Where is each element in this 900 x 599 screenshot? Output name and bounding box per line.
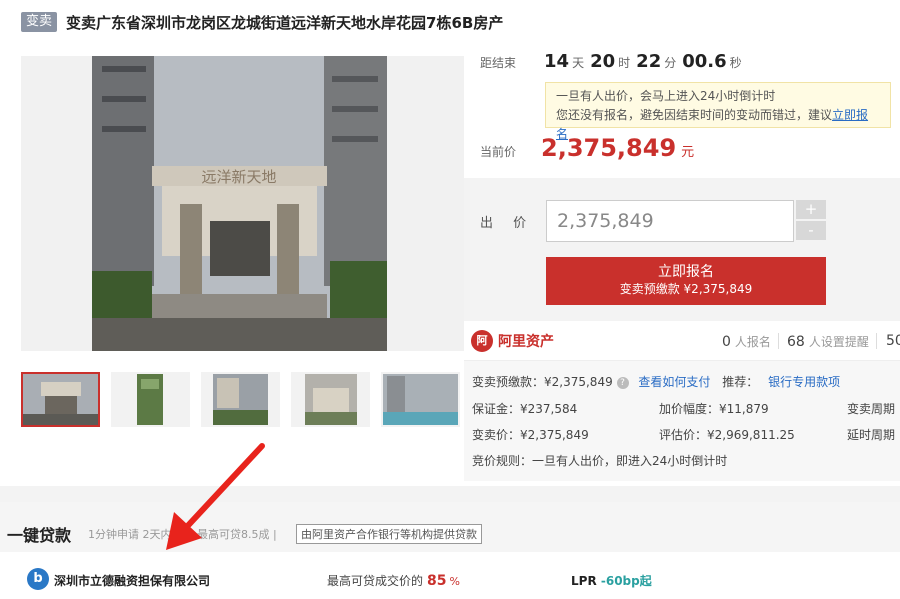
- notice-line-1: 一旦有人出价，会马上进入24小时倒计时: [556, 89, 776, 103]
- auction-details: 变卖预缴款：¥2,375,849 ? 查看如何支付 推荐： 银行专用款项 保证金…: [464, 361, 900, 481]
- countdown-seconds-unit: 秒: [729, 56, 742, 70]
- ali-assets-name: 阿里资产: [498, 333, 554, 350]
- view-count: 50: [886, 333, 900, 349]
- countdown-seconds: 00.6: [682, 51, 727, 72]
- countdown: 距结束 14 天 20 时 22 分 00.6 秒: [480, 51, 748, 72]
- countdown-hours-unit: 时: [618, 56, 631, 70]
- lpr-rate: LPR -60bp起: [571, 572, 652, 589]
- bank-account-link[interactable]: 银行专用款项: [768, 375, 840, 389]
- loan-title: 一键贷款: [7, 526, 72, 545]
- auction-page: 变卖 变卖广东省深圳市龙岗区龙城街道远洋新天地水岸花园7栋6B房产 远洋新天地: [0, 0, 900, 599]
- signup-count-label: 人报名: [734, 335, 771, 349]
- loan-header: 一键贷款 1分钟申请 2天内放款 最高可贷8.5成 | 由阿里资产合作银行等机构…: [0, 502, 900, 552]
- countdown-minutes-unit: 分: [664, 56, 677, 70]
- countdown-days: 14: [544, 51, 570, 72]
- divider: [876, 333, 877, 349]
- max-loan-unit: %: [449, 575, 460, 588]
- max-loan-value: 85: [427, 573, 447, 589]
- signup-count-value: 0: [722, 334, 731, 350]
- bidding-rules: 竞价规则：一旦有人出价，即进入24小时倒计时: [472, 454, 728, 468]
- countdown-minutes: 22: [636, 51, 662, 72]
- current-price-unit: 元: [681, 145, 695, 160]
- bid-notice: 一旦有人出价，会马上进入24小时倒计时 您还没有报名，避免因结束时间的变动而错过…: [545, 82, 891, 141]
- reminder-count-value: 68: [787, 334, 805, 350]
- bid-label: 出 价: [480, 216, 535, 231]
- title-bar: 变卖 变卖广东省深圳市龙岗区龙城街道远洋新天地水岸花园7栋6B房产: [21, 11, 503, 33]
- how-to-pay-link[interactable]: 查看如何支付: [638, 375, 710, 389]
- appraisal-price: 评估价：¥2,969,811.25: [659, 428, 795, 442]
- signup-deposit-text: 变卖预缴款 ¥2,375,849: [619, 282, 753, 296]
- thumbnail-2[interactable]: [111, 372, 190, 427]
- recommend-label: 推荐：: [722, 375, 759, 389]
- main-image-viewer[interactable]: 远洋新天地: [21, 56, 486, 411]
- bid-amount-input[interactable]: 2,375,849: [546, 200, 794, 242]
- countdown-label: 距结束: [480, 56, 517, 70]
- lpr-value: -60bp起: [600, 574, 652, 588]
- prepay-label: 变卖预缴款：¥2,375,849: [472, 375, 613, 389]
- countdown-hours: 20: [590, 51, 616, 72]
- signup-button[interactable]: 立即报名 变卖预缴款 ¥2,375,849: [546, 257, 826, 305]
- bid-panel: 出 价 2,375,849 + - 立即报名 变卖预缴款 ¥2,375,849: [464, 178, 900, 321]
- lpr-label: LPR: [571, 574, 597, 588]
- ali-assets-bar: 阿 阿里资产 0 人报名 68 人设置提醒 50: [464, 321, 900, 361]
- thumbnail-3[interactable]: [201, 372, 280, 427]
- thumbnail-strip: [21, 372, 460, 427]
- current-price-label: 当前价: [480, 145, 517, 159]
- thumbnail-4[interactable]: [291, 372, 370, 427]
- signup-button-label: 立即报名: [658, 264, 714, 280]
- loan-company-name: 深圳市立德融资担保有限公司: [54, 574, 211, 588]
- prepay-row: 变卖预缴款：¥2,375,849 ? 查看如何支付 推荐： 银行专用款项: [472, 373, 840, 390]
- main-photo: 远洋新天地: [92, 56, 387, 351]
- page-title: 变卖广东省深圳市龙岗区龙城街道远洋新天地水岸花园7栋6B房产: [66, 13, 504, 32]
- loan-offer-row[interactable]: b 深圳市立德融资担保有限公司 最高可贷成交价的 85% LPR -60bp起: [0, 552, 900, 599]
- bid-increase-button[interactable]: +: [796, 200, 826, 219]
- sale-type-badge: 变卖: [21, 12, 58, 32]
- current-price-row: 当前价 2,375,849 元: [480, 134, 694, 162]
- reminder-count: 68 人设置提醒: [787, 333, 869, 350]
- thumbnail-1[interactable]: [21, 372, 100, 427]
- extension-period: 延时周期: [847, 428, 896, 442]
- auction-status-panel: 距结束 14 天 20 时 22 分 00.6 秒 一旦有人出价，会马上进入24…: [464, 43, 900, 178]
- thumbnail-5[interactable]: [381, 372, 460, 427]
- company-logo-icon: b: [27, 568, 49, 590]
- sale-price: 变卖价：¥2,375,849: [472, 428, 589, 442]
- section-divider: [0, 486, 900, 502]
- divider: [778, 333, 779, 349]
- deposit: 保证金：¥237,584: [472, 402, 578, 416]
- bid-decrease-button[interactable]: -: [796, 221, 826, 240]
- bid-increment: 加价幅度：¥11,879: [659, 402, 769, 416]
- reminder-count-label: 人设置提醒: [808, 335, 869, 349]
- signup-count: 0 人报名: [722, 333, 771, 350]
- sign-text: 远洋新天地: [201, 168, 276, 186]
- help-icon[interactable]: ?: [616, 376, 629, 389]
- countdown-days-unit: 天: [572, 56, 585, 70]
- max-loan: 最高可贷成交价的 85%: [327, 572, 460, 589]
- ali-assets-logo-icon: 阿: [471, 329, 493, 352]
- sale-period: 变卖周期: [847, 402, 896, 416]
- notice-line-2-text: 您还没有报名，避免因结束时间的变动而错过，建议: [556, 108, 833, 122]
- annotation-arrow-icon: [166, 443, 265, 550]
- loan-provider-tag: 由阿里资产合作银行等机构提供贷款: [296, 524, 482, 544]
- max-loan-label: 最高可贷成交价的: [327, 574, 424, 588]
- current-price-value: 2,375,849: [541, 134, 677, 162]
